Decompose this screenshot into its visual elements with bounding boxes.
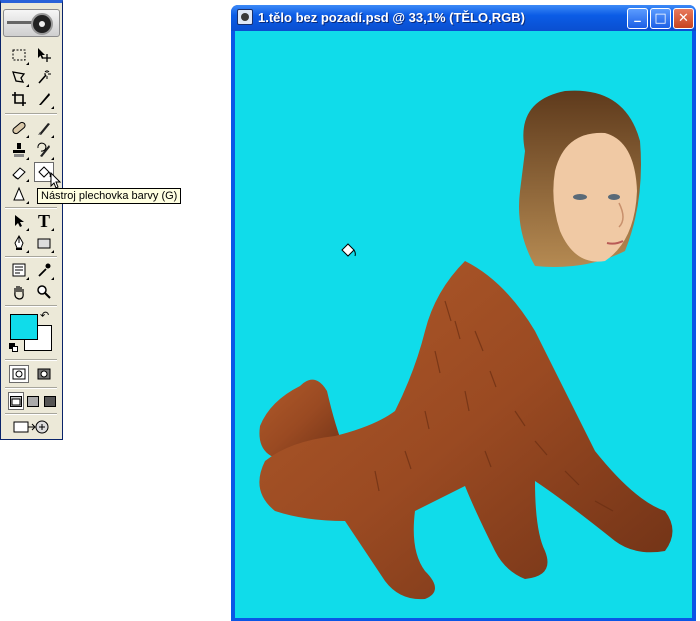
document-titlebar[interactable]: 1.tělo bez pozadí.psd @ 33,1% (TĚLO,RGB)… [231, 5, 696, 31]
minimize-icon: _ [634, 8, 641, 23]
mouse-cursor-icon [50, 172, 62, 189]
move-tool[interactable] [34, 45, 54, 65]
toolbox-separator [5, 387, 57, 389]
clay-figure-with-child-head-image [259, 90, 673, 600]
hand-tool[interactable] [9, 282, 29, 302]
eyedropper-tool[interactable] [34, 260, 54, 280]
standard-mode-button[interactable] [9, 365, 29, 383]
crop-icon [12, 92, 26, 106]
paint-bucket-cursor-icon [341, 243, 356, 257]
pen-icon [14, 235, 24, 250]
maximize-icon: □ [654, 11, 667, 26]
zoom-tool[interactable] [34, 282, 54, 302]
toolbox-header-logo[interactable] [3, 9, 60, 37]
move-icon [38, 48, 51, 62]
zoom-icon [37, 285, 51, 299]
standard-mode-icon [12, 368, 26, 380]
blur-tool[interactable] [9, 184, 29, 204]
document-title: 1.tělo bez pozadí.psd @ 33,1% (TĚLO,RGB) [258, 10, 525, 25]
image-canvas[interactable] [235, 31, 692, 618]
stamp-icon [13, 143, 25, 157]
slice-tool[interactable] [34, 89, 54, 109]
quick-mask-icon [37, 368, 51, 380]
healing-brush-tool[interactable] [9, 118, 29, 138]
lasso-tool[interactable] [9, 67, 29, 87]
toolbox-separator [5, 113, 57, 115]
notes-icon [12, 263, 26, 277]
close-button[interactable]: ✕ [673, 8, 694, 29]
full-screen-menu-mode-button[interactable] [25, 392, 41, 410]
magic-wand-tool[interactable] [34, 67, 54, 87]
rectangle-icon [37, 238, 51, 249]
jump-to-imageready-button[interactable] [9, 417, 53, 437]
minimize-button[interactable]: _ [627, 8, 648, 29]
magic-wand-icon [38, 70, 51, 84]
tool-tooltip: Nástroj plechovka barvy (G) [37, 188, 182, 204]
imageready-icon [13, 420, 49, 434]
feather-icon [7, 21, 33, 24]
toolbox-panel: T ↶ [0, 0, 63, 440]
toolbox-separator [5, 413, 57, 415]
foreground-color-swatch[interactable] [10, 314, 38, 340]
screen-mode-icon [10, 395, 22, 407]
type-tool[interactable]: T [34, 211, 54, 231]
screen-mode-icon [44, 395, 56, 407]
history-brush-tool[interactable] [34, 140, 54, 160]
default-colors-icon[interactable] [9, 343, 18, 352]
pen-tool[interactable] [9, 233, 29, 253]
rectangular-marquee-tool[interactable] [9, 45, 29, 65]
marquee-icon [12, 49, 26, 61]
eyedropper-icon [38, 263, 51, 277]
swap-colors-icon[interactable]: ↶ [40, 310, 49, 321]
crop-tool[interactable] [9, 89, 29, 109]
toolbox-separator [5, 305, 57, 307]
maximize-button[interactable]: □ [650, 8, 671, 29]
shape-tool[interactable] [34, 233, 54, 253]
eraser-icon [12, 167, 26, 180]
document-window: 1.tělo bez pozadí.psd @ 33,1% (TĚLO,RGB)… [231, 5, 696, 621]
notes-tool[interactable] [9, 260, 29, 280]
path-selection-tool[interactable] [9, 211, 29, 231]
close-icon: ✕ [678, 11, 689, 26]
clone-stamp-tool[interactable] [9, 140, 29, 160]
full-screen-mode-button[interactable] [42, 392, 58, 410]
arrow-icon [15, 215, 24, 227]
type-icon: T [37, 211, 50, 231]
history-brush-icon [37, 142, 50, 157]
photoshop-document-icon[interactable] [237, 9, 253, 25]
bandage-icon [12, 121, 26, 135]
screen-mode-icon [27, 395, 39, 407]
brush-icon [38, 123, 50, 135]
eraser-tool[interactable] [9, 162, 29, 182]
eye-logo-icon [31, 13, 53, 35]
standard-screen-mode-button[interactable] [8, 392, 24, 410]
brush-tool[interactable] [34, 118, 54, 138]
slice-icon [39, 93, 50, 105]
toolbox-separator [5, 359, 57, 361]
toolbox-separator [5, 256, 57, 258]
lasso-icon [12, 71, 26, 83]
hand-icon [14, 286, 24, 300]
blur-icon [13, 186, 25, 201]
toolbox-separator [5, 207, 57, 209]
quick-mask-mode-button[interactable] [34, 365, 54, 383]
